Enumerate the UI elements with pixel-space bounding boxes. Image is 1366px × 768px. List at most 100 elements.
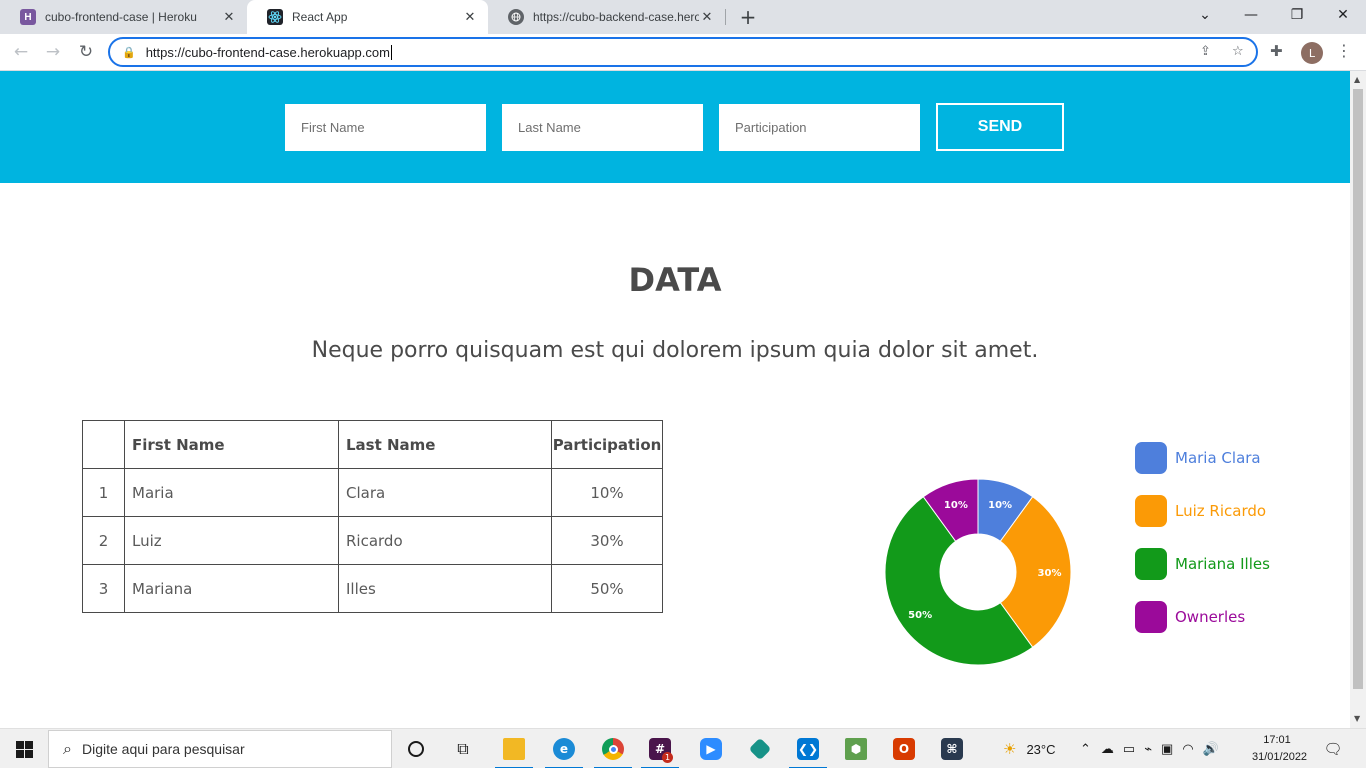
row-index: 2 [82,516,125,565]
close-icon[interactable]: ✕ [699,9,715,25]
windows-start-button[interactable] [0,729,48,768]
close-window-button[interactable]: ✕ [1320,0,1366,30]
nodejs-icon[interactable]: ⬢ [833,729,879,768]
volume-icon[interactable]: 🔊 [1203,741,1219,757]
legend-item[interactable]: Maria Clara [1135,431,1270,484]
scrollbar-thumb[interactable] [1353,89,1363,689]
tab-title: React App [292,10,348,24]
heroku-icon: H [20,9,36,25]
browser-tab-bar: H cubo-frontend-case | Heroku ✕ React Ap… [0,0,1366,34]
scroll-down-arrow-icon[interactable]: ▼ [1354,714,1360,723]
row-last-name: Illes [338,564,552,613]
onedrive-cloud-icon[interactable]: ☁ [1101,741,1114,757]
chrome-icon[interactable] [590,729,636,768]
close-icon[interactable]: ✕ [462,9,478,25]
sql-server-icon[interactable]: ⌘ [929,729,975,768]
browser-menu-icon[interactable]: ⋮ [1336,41,1352,60]
action-center-icon[interactable]: 🗨 [1318,729,1348,768]
tab-title: cubo-frontend-case | Heroku [45,10,197,24]
tab-search-chevron-icon[interactable]: ⌄ [1182,0,1228,30]
gitkraken-icon[interactable] [737,729,783,768]
legend-item[interactable]: Mariana Illes [1135,537,1270,590]
tab-backend[interactable]: https://cubo-backend-case.herok ✕ [488,0,725,34]
vscode-icon[interactable]: ❮❯ [785,729,831,768]
slack-icon[interactable]: #1 [637,729,683,768]
page-scrollbar[interactable]: ▲ ▼ [1350,71,1366,728]
table-header-last-name: Last Name [338,420,552,469]
entry-form-banner: SEND [0,71,1350,183]
weather-sun-icon: ☀ [1003,741,1017,758]
clock-date: 31/01/2022 [1252,751,1308,763]
scroll-up-arrow-icon[interactable]: ▲ [1354,75,1360,84]
url-text[interactable]: https://cubo-frontend-case.herokuapp.com [146,45,392,60]
task-view-icon[interactable]: ⧉ [440,729,486,768]
address-bar[interactable]: 🔒 https://cubo-frontend-case.herokuapp.c… [108,37,1258,67]
page-title: DATA [628,261,722,299]
row-first-name: Mariana [124,564,339,613]
restore-button[interactable]: ❐ [1274,0,1320,30]
show-hidden-icons-chevron-icon[interactable]: ⌃ [1080,741,1091,757]
donut-slice-label: 10% [988,500,1012,511]
wifi-icon[interactable]: ◠ [1182,741,1193,757]
last-name-input[interactable] [502,104,703,151]
usb-device-icon[interactable]: ⌁ [1144,741,1152,757]
forward-arrow-icon[interactable]: → [40,39,66,65]
new-tab-button[interactable]: + [737,5,759,29]
profile-avatar[interactable]: L [1301,42,1323,64]
send-button[interactable]: SEND [936,103,1064,151]
search-icon: ⌕ [63,739,72,758]
battery-icon[interactable]: ▭ [1123,741,1135,757]
legend-swatch [1135,547,1167,580]
cortana-icon[interactable] [393,729,439,768]
legend-item[interactable]: Ownerles [1135,590,1270,643]
extensions-puzzle-icon[interactable]: ✚ [1270,42,1283,60]
row-last-name: Ricardo [338,516,552,565]
table-header-row: First Name Last Name Participation [82,420,663,469]
system-tray: ⌃ ☁ ▭ ⌁ ▣ ◠ 🔊 [1080,729,1219,768]
tab-react-app[interactable]: React App ✕ [247,0,488,34]
table-row: 3 Mariana Illes 50% [82,564,663,613]
tab-title: https://cubo-backend-case.herok [533,10,699,24]
chart-legend: Maria Clara Luiz Ricardo Mariana Illes Owne… [1135,431,1270,643]
legend-label: Luiz Ricardo [1175,501,1267,520]
legend-item[interactable]: Luiz Ricardo [1135,484,1270,537]
table-row: 1 Maria Clara 10% [82,468,663,517]
display-icon[interactable]: ▣ [1161,741,1173,757]
participation-input[interactable] [719,104,920,151]
tab-heroku[interactable]: H cubo-frontend-case | Heroku ✕ [0,0,247,34]
legend-label: Maria Clara [1175,448,1261,467]
weather-temperature: 23°C [1026,741,1056,757]
table-row: 2 Luiz Ricardo 30% [82,516,663,565]
taskbar-clock[interactable]: 17:01 31/01/2022 [1252,732,1308,766]
donut-slice-label: 30% [1038,568,1062,579]
taskbar-search[interactable]: ⌕ Digite aqui para pesquisar [48,730,392,768]
share-icon[interactable]: ⇪ [1200,44,1211,59]
bookmark-star-icon[interactable]: ☆ [1232,44,1244,59]
office-icon[interactable]: O [881,729,927,768]
weather-widget[interactable]: ☀ 23°C [1003,729,1056,768]
table-header-first-name: First Name [124,420,339,469]
participation-donut-chart: 10% 30% 50% 10% [884,478,1072,666]
tab-separator [725,9,726,25]
page-viewport: SEND DATA Neque porro quisquam est qui d… [0,71,1350,728]
minimize-button[interactable]: — [1228,0,1274,30]
legend-label: Ownerles [1175,607,1246,626]
row-index: 3 [82,564,125,613]
edge-icon[interactable]: e [541,729,587,768]
windows-taskbar: ⌕ Digite aqui para pesquisar ⧉ e #1 ▶ ❮❯… [0,728,1366,768]
reload-icon[interactable]: ↻ [73,39,99,65]
legend-label: Mariana Illes [1175,554,1270,573]
clock-time: 17:01 [1263,734,1291,746]
zoom-icon[interactable]: ▶ [688,729,734,768]
first-name-input[interactable] [285,104,486,151]
row-first-name: Maria [124,468,339,517]
table-header-participation: Participation [551,420,663,469]
close-icon[interactable]: ✕ [221,9,237,25]
file-explorer-icon[interactable] [491,729,537,768]
back-arrow-icon[interactable]: ← [8,39,34,65]
row-participation: 10% [551,468,663,517]
lock-icon[interactable]: 🔒 [122,46,136,59]
donut-slice-label: 10% [944,500,968,511]
row-participation: 50% [551,564,663,613]
donut-slice-label: 50% [908,610,932,621]
